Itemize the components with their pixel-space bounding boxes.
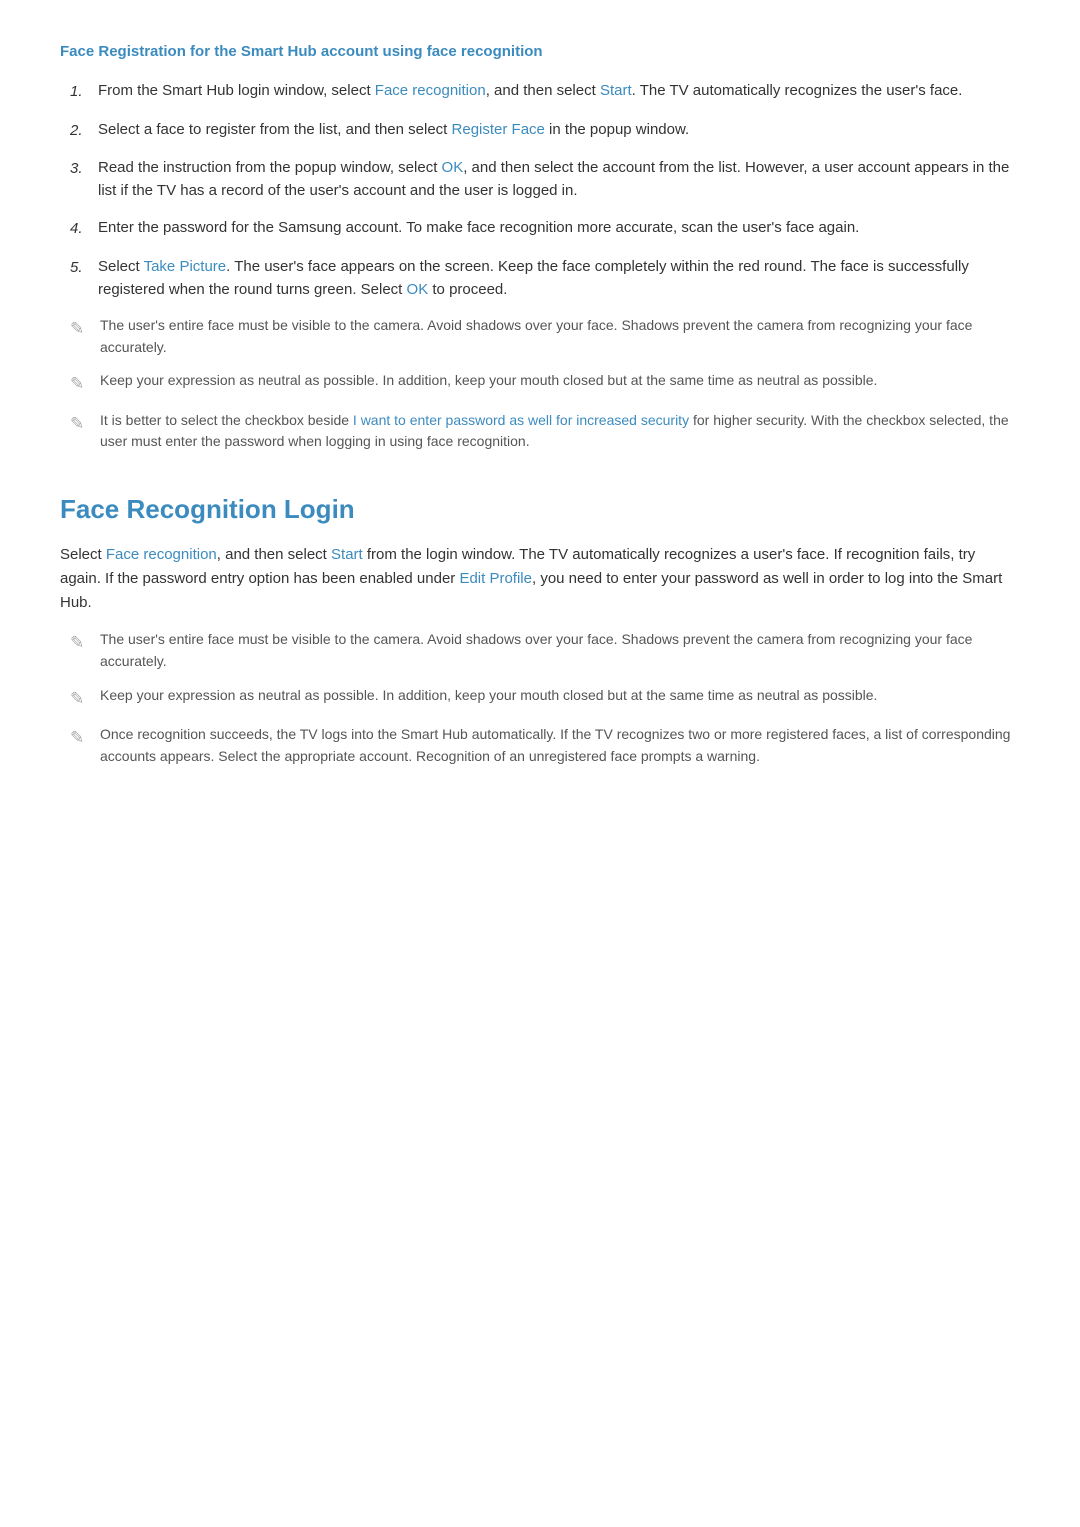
section1-note-3: ✎ It is better to select the checkbox be… bbox=[60, 410, 1020, 453]
section1-note-2-text: Keep your expression as neutral as possi… bbox=[100, 370, 1020, 392]
pencil-icon-2: ✎ bbox=[70, 370, 94, 397]
step-3-content: Read the instruction from the popup wind… bbox=[98, 156, 1020, 203]
section1-steps-list: 1. From the Smart Hub login window, sele… bbox=[60, 79, 1020, 301]
step-4-content: Enter the password for the Samsung accou… bbox=[98, 216, 1020, 239]
pencil-icon-5: ✎ bbox=[70, 685, 94, 712]
section2-intro-before: Select bbox=[60, 546, 106, 563]
section2-note-2: ✎ Keep your expression as neutral as pos… bbox=[60, 685, 1020, 712]
pencil-icon-1: ✎ bbox=[70, 315, 94, 342]
step-1-text-after: . The TV automatically recognizes the us… bbox=[632, 82, 963, 99]
section2-intro-h1: Face recognition bbox=[106, 546, 217, 563]
section2-note-3: ✎ Once recognition succeeds, the TV logs… bbox=[60, 724, 1020, 767]
step-3: 3. Read the instruction from the popup w… bbox=[60, 156, 1020, 203]
step-5: 5. Select Take Picture. The user's face … bbox=[60, 255, 1020, 302]
section2-note-2-text: Keep your expression as neutral as possi… bbox=[100, 685, 1020, 707]
step-4: 4. Enter the password for the Samsung ac… bbox=[60, 216, 1020, 240]
section1-note-3-content: It is better to select the checkbox besi… bbox=[100, 410, 1020, 453]
step-5-text-before: Select bbox=[98, 258, 144, 275]
step-3-text-before: Read the instruction from the popup wind… bbox=[98, 159, 442, 176]
step-1: 1. From the Smart Hub login window, sele… bbox=[60, 79, 1020, 103]
pencil-icon-4: ✎ bbox=[70, 629, 94, 656]
section1-note-1: ✎ The user's entire face must be visible… bbox=[60, 315, 1020, 358]
section1-note-3-highlight: I want to enter password as well for inc… bbox=[353, 412, 689, 428]
step-2-highlight1: Register Face bbox=[452, 121, 545, 138]
section2-intro: Select Face recognition, and then select… bbox=[60, 543, 1020, 615]
section1-note-2: ✎ Keep your expression as neutral as pos… bbox=[60, 370, 1020, 397]
section1-note-1-text: The user's entire face must be visible t… bbox=[100, 315, 1020, 358]
pencil-icon-6: ✎ bbox=[70, 724, 94, 751]
step-2: 2. Select a face to register from the li… bbox=[60, 118, 1020, 142]
step-5-number: 5. bbox=[70, 255, 98, 279]
section2-intro-h3: Edit Profile bbox=[459, 570, 532, 587]
section2-intro-mid1: , and then select bbox=[217, 546, 331, 563]
step-1-content: From the Smart Hub login window, select … bbox=[98, 79, 1020, 102]
section2-note-1-text: The user's entire face must be visible t… bbox=[100, 629, 1020, 672]
step-4-text-before: Enter the password for the Samsung accou… bbox=[98, 219, 859, 236]
step-1-text-mid1: , and then select bbox=[486, 82, 600, 99]
step-2-text-after: in the popup window. bbox=[545, 121, 689, 138]
step-5-highlight1: Take Picture bbox=[144, 258, 227, 275]
step-1-highlight2: Start bbox=[600, 82, 632, 99]
step-4-number: 4. bbox=[70, 216, 98, 240]
step-1-text-before: From the Smart Hub login window, select bbox=[98, 82, 375, 99]
step-5-text-after: to proceed. bbox=[428, 281, 507, 298]
step-1-number: 1. bbox=[70, 79, 98, 103]
step-5-content: Select Take Picture. The user's face app… bbox=[98, 255, 1020, 302]
section2-title: Face Recognition Login bbox=[60, 489, 1020, 529]
step-3-highlight1: OK bbox=[442, 159, 464, 176]
section1-note-3-before: It is better to select the checkbox besi… bbox=[100, 412, 353, 428]
section2-notes-list: ✎ The user's entire face must be visible… bbox=[60, 629, 1020, 767]
step-5-text-mid1: . The user's face appears on the screen.… bbox=[98, 258, 969, 298]
section2-note-1: ✎ The user's entire face must be visible… bbox=[60, 629, 1020, 672]
section1-notes-list: ✎ The user's entire face must be visible… bbox=[60, 315, 1020, 453]
step-1-highlight1: Face recognition bbox=[375, 82, 486, 99]
pencil-icon-3: ✎ bbox=[70, 410, 94, 437]
step-2-number: 2. bbox=[70, 118, 98, 142]
section2-note-3-text: Once recognition succeeds, the TV logs i… bbox=[100, 724, 1020, 767]
step-3-number: 3. bbox=[70, 156, 98, 180]
step-5-highlight2: OK bbox=[407, 281, 429, 298]
step-2-content: Select a face to register from the list,… bbox=[98, 118, 1020, 141]
step-2-text-before: Select a face to register from the list,… bbox=[98, 121, 452, 138]
section2-intro-h2: Start bbox=[331, 546, 363, 563]
section1-title: Face Registration for the Smart Hub acco… bbox=[60, 40, 1020, 63]
